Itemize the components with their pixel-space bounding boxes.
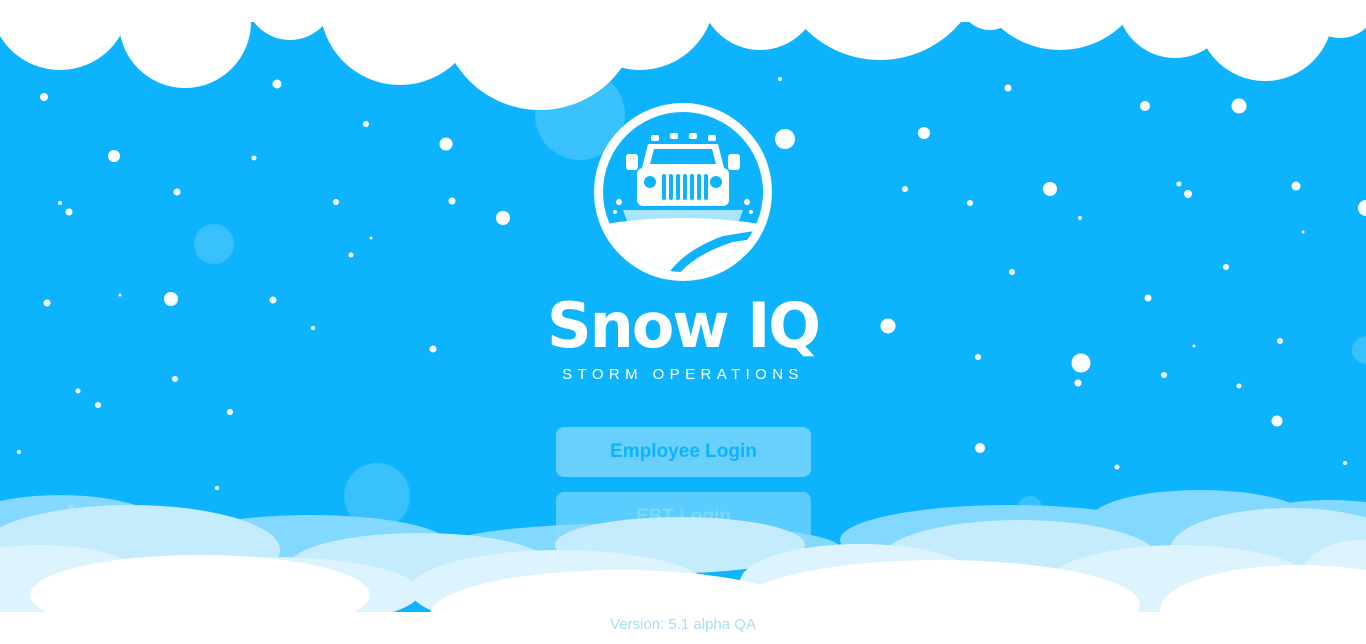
- app-title: Snow IQ: [546, 289, 821, 362]
- version-label: Version: 5.1 alpha QA: [610, 616, 756, 633]
- ebt-login-button[interactable]: EBT Login: [556, 492, 811, 542]
- employee-login-button[interactable]: Employee Login: [556, 427, 811, 477]
- snowplow-truck-icon: [594, 103, 772, 281]
- app-logo: [593, 102, 773, 282]
- app-subtitle: STORM OPERATIONS: [562, 366, 804, 383]
- login-screen: Snow IQ STORM OPERATIONS Employee Login …: [0, 0, 1366, 644]
- top-clouds: [0, 0, 1366, 110]
